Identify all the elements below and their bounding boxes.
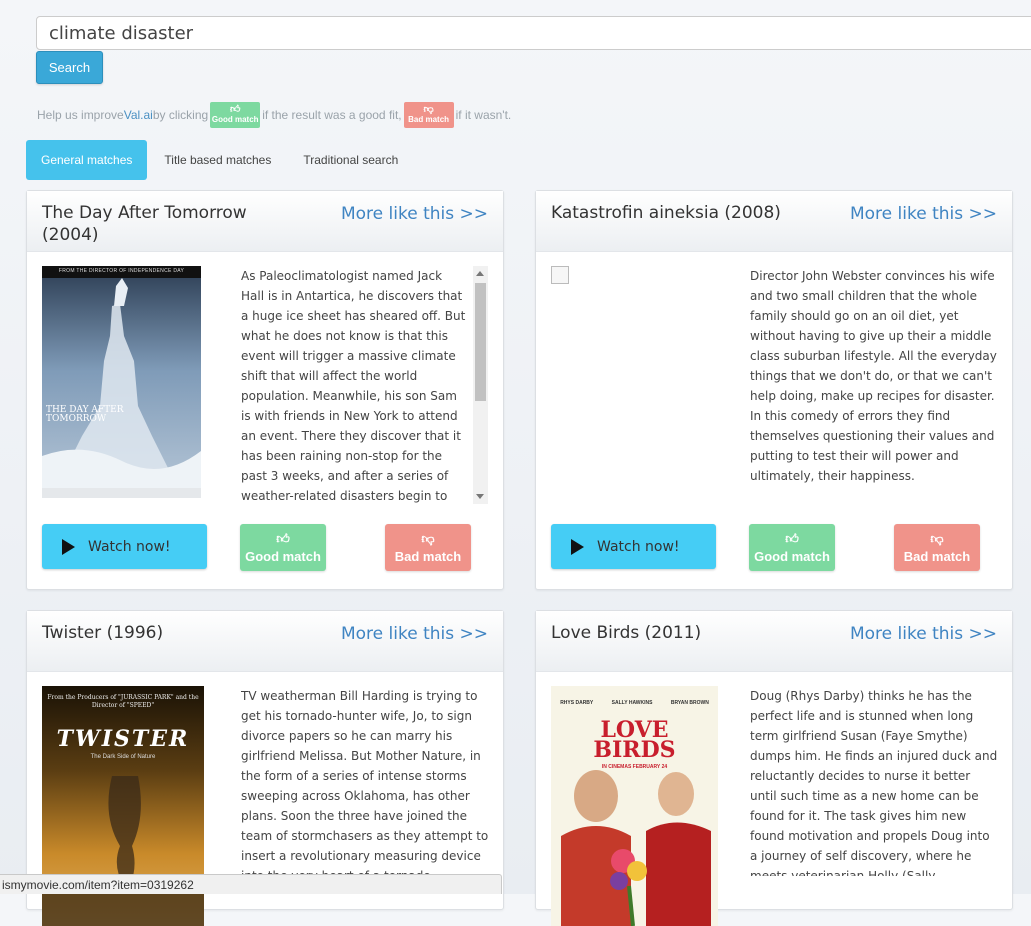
play-icon — [62, 538, 75, 555]
thumbs-up-icon: 👍︎ — [229, 104, 241, 115]
watch-now-label: Watch now! — [597, 538, 680, 555]
result-tabs: General matches Title based matches Trad… — [26, 140, 415, 180]
good-badge-label: Good match — [211, 115, 259, 124]
poster-tagline: From the Producers of "JURASSIC PARK" an… — [47, 694, 199, 709]
movie-description: Director John Webster convinces his wife… — [750, 269, 997, 483]
poster-title-line-2: BIRDS — [593, 737, 676, 763]
good-match-badge: 👍︎ Good match — [210, 102, 261, 128]
poster-title: LOVE BIRDS — [551, 719, 718, 763]
bad-match-badge: 👎︎ Bad match — [403, 102, 454, 128]
scroll-up-icon[interactable] — [476, 271, 484, 276]
more-like-this-link[interactable]: More like this >> — [850, 624, 997, 644]
movie-poster: RHYS DARBY SALLY HAWKINS BRYAN BROWN LOV… — [551, 686, 718, 926]
movie-description: TV weatherman Bill Harding is trying to … — [241, 689, 489, 876]
broken-image-icon — [551, 266, 569, 284]
help-after-good: if the result was a good fit, — [262, 108, 402, 122]
tab-title-based-matches[interactable]: Title based matches — [149, 140, 286, 180]
feedback-help-text: Help us improve Val.ai by clicking 👍︎ Go… — [37, 102, 511, 128]
search-input[interactable] — [36, 16, 1031, 50]
good-match-button[interactable]: 👍︎ Good match — [749, 524, 835, 571]
help-suffix: if it wasn't. — [455, 108, 512, 122]
bad-match-button[interactable]: 👎︎ Bad match — [894, 524, 980, 571]
poster-title: TWISTER — [56, 726, 190, 752]
thumbs-up-icon: 👍︎ — [785, 530, 799, 546]
more-like-this-link[interactable]: More like this >> — [341, 624, 488, 644]
poster-release: IN CINEMAS FEBRUARY 24 — [601, 764, 668, 770]
thumbs-down-icon: 👎︎ — [421, 530, 435, 546]
help-middle: by clicking — [152, 108, 209, 122]
watch-now-button[interactable]: Watch now! — [42, 524, 207, 569]
thumbs-down-icon: 👎︎ — [423, 104, 434, 115]
watch-now-label: Watch now! — [88, 538, 171, 555]
good-match-button[interactable]: 👍︎ Good match — [240, 524, 326, 571]
card-header: The Day After Tomorrow (2004) More like … — [27, 191, 503, 252]
poster-cast-1: RHYS DARBY — [560, 700, 594, 706]
poster-title: THE DAY AFTER TOMORROW — [46, 405, 124, 424]
bad-match-label: Bad match — [394, 548, 462, 564]
movie-poster: FROM THE DIRECTOR OF INDEPENDENCE DAY TH… — [42, 266, 201, 498]
tab-traditional-search[interactable]: Traditional search — [288, 140, 413, 180]
good-match-label: Good match — [245, 548, 321, 564]
movie-card: Katastrofin aineksia (2008) More like th… — [535, 190, 1013, 590]
bad-match-button[interactable]: 👎︎ Bad match — [385, 524, 471, 571]
more-like-this-link[interactable]: More like this >> — [850, 204, 997, 224]
bad-badge-label: Bad match — [408, 115, 450, 124]
movie-card: Twister (1996) More like this >> From th… — [26, 610, 504, 926]
good-match-label: Good match — [754, 548, 830, 564]
movie-card: The Day After Tomorrow (2004) More like … — [26, 190, 504, 590]
movie-description: As Paleoclimatologist named Jack Hall is… — [241, 269, 466, 503]
help-prefix: Help us improve — [37, 108, 124, 122]
bad-match-label: Bad match — [903, 548, 971, 564]
card-header: Twister (1996) More like this >> — [27, 611, 503, 672]
search-button[interactable]: Search — [36, 51, 103, 84]
watch-now-button[interactable]: Watch now! — [551, 524, 716, 569]
play-icon — [571, 538, 584, 555]
more-like-this-link[interactable]: More like this >> — [341, 204, 488, 224]
poster-cast: RHYS DARBY SALLY HAWKINS BRYAN BROWN — [551, 700, 718, 706]
poster-tagline: FROM THE DIRECTOR OF INDEPENDENCE DAY — [58, 268, 185, 274]
poster-cast-3: BRYAN BROWN — [670, 700, 709, 706]
status-url: ismymovie.com/item?item=0319262 — [2, 877, 194, 892]
thumbs-down-icon: 👎︎ — [930, 530, 944, 546]
scroll-down-icon[interactable] — [476, 494, 484, 499]
thumbs-up-icon: 👍︎ — [276, 530, 290, 546]
movie-description: Doug (Rhys Darby) thinks he has the perf… — [750, 689, 998, 876]
movie-title: The Day After Tomorrow (2004) — [42, 203, 247, 245]
poster-subtitle: The Dark Side of Nature — [90, 754, 156, 760]
browser-status-bar: ismymovie.com/item?item=0319262 — [0, 874, 502, 894]
movie-card: Love Birds (2011) More like this >> RHYS… — [535, 610, 1013, 926]
tab-general-matches[interactable]: General matches — [26, 140, 148, 180]
brand-link[interactable]: Val.ai — [124, 108, 153, 122]
card-header: Love Birds (2011) More like this >> — [536, 611, 1012, 672]
card-header: Katastrofin aineksia (2008) More like th… — [536, 191, 1012, 252]
description-scrollbar[interactable] — [473, 266, 488, 504]
movie-title: Love Birds (2011) — [551, 623, 702, 643]
movie-title: Twister (1996) — [42, 623, 164, 643]
poster-cast-2: SALLY HAWKINS — [611, 700, 653, 706]
scroll-thumb[interactable] — [475, 283, 486, 401]
movie-title: Katastrofin aineksia (2008) — [551, 203, 781, 223]
